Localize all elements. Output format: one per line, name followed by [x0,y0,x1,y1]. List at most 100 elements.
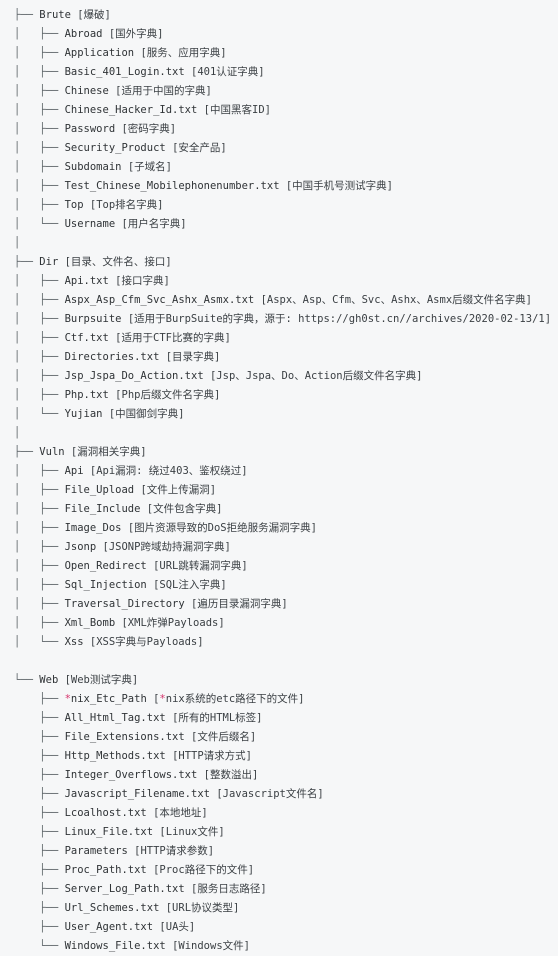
tree-leaf-sql-injection[interactable]: │ ├── Sql_Injection [SQL注入字典] [14,576,558,595]
tree-branch-glyph: │ ├── [14,617,65,629]
entry-name: Xml_Bomb [64,617,116,629]
entry-name: Aspx_Asp_Cfm_Svc_Ashx_Asmx.txt [64,294,255,306]
entry-description: [*nix系统的etc路径下的文件] [153,693,305,705]
tree-node-web[interactable]: └── Web [Web测试字典] [14,671,558,690]
tree-leaf-integer-overflows-txt[interactable]: ├── Integer_Overflows.txt [整数溢出] [14,766,558,785]
entry-description: [401认证字典] [191,66,265,78]
entry-name: Jsp_Jspa_Do_Action.txt [64,370,204,382]
entry-description: [Top排名字典] [89,199,164,211]
tree-branch-glyph: ├── [14,9,40,21]
tree-leaf-parameters[interactable]: ├── Parameters [HTTP请求参数] [14,842,558,861]
tree-leaf-windows-file-txt[interactable]: └── Windows_File.txt [Windows文件] [14,937,558,956]
entry-description: [文件包含字典] [146,503,223,515]
entry-name: Security_Product [64,142,166,154]
tree-leaf-yujian[interactable]: │ └── Yujian [中国御剑字典] [14,405,558,424]
tree-node-vuln[interactable]: ├── Vuln [漏洞相关字典] [14,443,558,462]
entry-name: Abroad [64,28,103,40]
tree-leaf-burpsuite[interactable]: │ ├── Burpsuite [适用于BurpSuite的字典，源于: htt… [14,310,558,329]
tree-leaf-ctf-txt[interactable]: │ ├── Ctf.txt [适用于CTF比赛的字典] [14,329,558,348]
entry-name: Url_Schemes.txt [64,902,160,914]
entry-description: [用户名字典] [121,218,187,230]
tree-branch-glyph: ├── [14,921,65,933]
tree-branch-glyph: │ ├── [14,199,65,211]
tree-leaf-api-txt[interactable]: │ ├── Api.txt [接口字典] [14,272,558,291]
entry-name: Javascript_Filename.txt [64,788,210,800]
entry-name: Directories.txt [64,351,160,363]
tree-leaf-url-schemes-txt[interactable]: ├── Url_Schemes.txt [URL协议类型] [14,899,558,918]
tree-leaf-security-product[interactable]: │ ├── Security_Product [安全产品] [14,139,558,158]
entry-name: *nix_Etc_Path [64,693,147,705]
tree-leaf-all-html-tag-txt[interactable]: ├── All_Html_Tag.txt [所有的HTML标签] [14,709,558,728]
tree-leaf-password[interactable]: │ ├── Password [密码字典] [14,120,558,139]
tree-leaf-username[interactable]: │ └── Username [用户名字典] [14,215,558,234]
tree-leaf-top[interactable]: │ ├── Top [Top排名字典] [14,196,558,215]
entry-name: Burpsuite [64,313,122,325]
tree-leaf-application[interactable]: │ ├── Application [服务、应用字典] [14,44,558,63]
tree-leaf-aspx-asp-cfm-svc-ashx-asmx-txt[interactable]: │ ├── Aspx_Asp_Cfm_Svc_Ashx_Asmx.txt [As… [14,291,558,310]
tree-leaf-jsonp[interactable]: │ ├── Jsonp [JSONP跨域劫持漏洞字典] [14,538,558,557]
entry-name: Integer_Overflows.txt [64,769,198,781]
tree-leaf-subdomain[interactable]: │ ├── Subdomain [子域名] [14,158,558,177]
entry-description: [Javascript文件名] [216,788,324,800]
tree-leaf-chinese-hacker-id-txt[interactable]: │ ├── Chinese_Hacker_Id.txt [中国黑客ID] [14,101,558,120]
entry-description: [Windows文件] [172,940,250,952]
tree-leaf-server-log-path-txt[interactable]: ├── Server_Log_Path.txt [服务日志路径] [14,880,558,899]
tree-node-dir[interactable]: ├── Dir [目录、文件名、接口] [14,253,558,272]
entry-description: [适用于CTF比赛的字典] [115,332,231,344]
emphasis-asterisk: * [64,693,71,705]
entry-name: Server_Log_Path.txt [64,883,185,895]
tree-leaf-xml-bomb[interactable]: │ ├── Xml_Bomb [XML炸弹Payloads] [14,614,558,633]
tree-leaf-image-dos[interactable]: │ ├── Image_Dos [图片资源导致的DoS拒绝服务漏洞字典] [14,519,558,538]
tree-section-separator [14,652,558,671]
tree-branch-glyph: │ └── [14,636,65,648]
entry-description: [Proc路径下的文件] [153,864,255,876]
tree-branch-glyph: │ └── [14,218,65,230]
tree-leaf-basic-401-login-txt[interactable]: │ ├── Basic_401_Login.txt [401认证字典] [14,63,558,82]
tree-leaf-directories-txt[interactable]: │ ├── Directories.txt [目录字典] [14,348,558,367]
entry-name: Proc_Path.txt [64,864,147,876]
entry-description: [HTTP请求方式] [172,750,252,762]
entry-name: Web [39,674,59,686]
tree-node-brute[interactable]: ├── Brute [爆破] [14,6,558,25]
tree-branch-glyph: │ ├── [14,560,65,572]
entry-name: Top [64,199,84,211]
tree-leaf-traversal-directory[interactable]: │ ├── Traversal_Directory [遍历目录漏洞字典] [14,595,558,614]
tree-leaf-chinese[interactable]: │ ├── Chinese [适用于中国的字典] [14,82,558,101]
entry-description: [文件上传漏洞] [140,484,217,496]
tree-leaf-xss[interactable]: │ └── Xss [XSS字典与Payloads] [14,633,558,652]
tree-branch-glyph: ├── [14,750,65,762]
tree-leaf-lcoalhost-txt[interactable]: ├── Lcoalhost.txt [本地地址] [14,804,558,823]
tree-leaf-user-agent-txt[interactable]: ├── User_Agent.txt [UA头] [14,918,558,937]
entry-name: Sql_Injection [64,579,147,591]
tree-branch-glyph: ├── [14,845,65,857]
tree-branch-glyph: ├── [14,446,40,458]
tree-branch-glyph: ├── [14,769,65,781]
tree-leaf-file-extensions-txt[interactable]: ├── File_Extensions.txt [文件后缀名] [14,728,558,747]
tree-leaf-file-include[interactable]: │ ├── File_Include [文件包含字典] [14,500,558,519]
tree-branch-glyph: │ ├── [14,503,65,515]
entry-name: Basic_401_Login.txt [64,66,185,78]
tree-branch-glyph: │ ├── [14,275,65,287]
entry-description: [适用于BurpSuite的字典，源于: https://gh0st.cn//a… [127,313,552,325]
tree-leaf-open-redirect[interactable]: │ ├── Open_Redirect [URL跳转漏洞字典] [14,557,558,576]
tree-leaf-php-txt[interactable]: │ ├── Php.txt [Php后缀文件名字典] [14,386,558,405]
tree-leaf-http-methods-txt[interactable]: ├── Http_Methods.txt [HTTP请求方式] [14,747,558,766]
tree-leaf-abroad[interactable]: │ ├── Abroad [国外字典] [14,25,558,44]
tree-leaf-nix-etc-path[interactable]: ├── *nix_Etc_Path [*nix系统的etc路径下的文件] [14,690,558,709]
tree-leaf-test-chinese-mobilephonenumber-txt[interactable]: │ ├── Test_Chinese_Mobilephonenumber.txt… [14,177,558,196]
entry-name: Password [64,123,116,135]
entry-name: Chinese [64,85,109,97]
entry-description: [接口字典] [115,275,170,287]
tree-leaf-proc-path-txt[interactable]: ├── Proc_Path.txt [Proc路径下的文件] [14,861,558,880]
entry-description: [所有的HTML标签] [172,712,263,724]
tree-branch-glyph: ├── [14,256,40,268]
tree-branch-glyph: │ ├── [14,389,65,401]
tree-leaf-linux-file-txt[interactable]: ├── Linux_File.txt [Linux文件] [14,823,558,842]
tree-leaf-jsp-jspa-do-action-txt[interactable]: │ ├── Jsp_Jspa_Do_Action.txt [Jsp、Jspa、D… [14,367,558,386]
entry-description: [XSS字典与Payloads] [89,636,204,648]
entry-description: [中国手机号测试字典] [285,180,393,192]
tree-branch-glyph: │ [14,237,21,249]
tree-leaf-file-upload[interactable]: │ ├── File_Upload [文件上传漏洞] [14,481,558,500]
tree-leaf-api[interactable]: │ ├── Api [Api漏洞: 绕过403、鉴权绕过] [14,462,558,481]
tree-leaf-javascript-filename-txt[interactable]: ├── Javascript_Filename.txt [Javascript文… [14,785,558,804]
